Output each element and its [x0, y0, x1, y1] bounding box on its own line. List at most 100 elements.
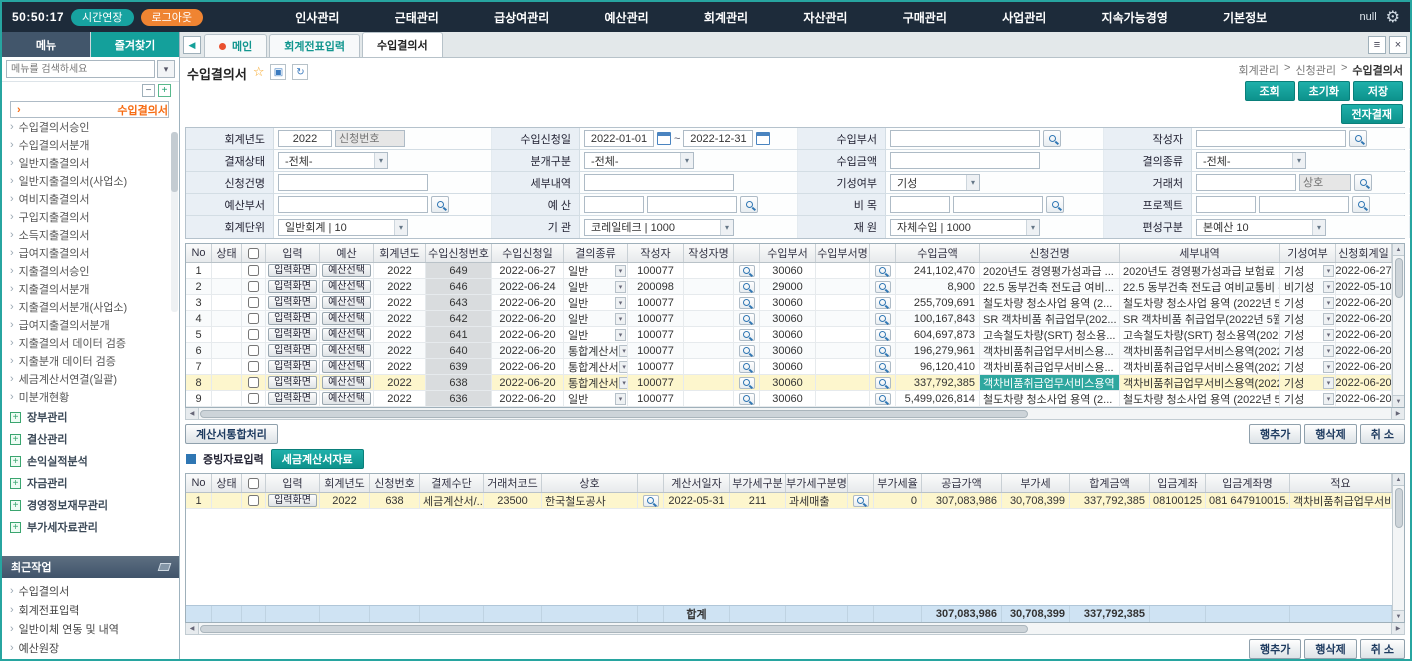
tab-close-icon[interactable]: × — [1389, 36, 1407, 54]
search-icon[interactable] — [875, 281, 891, 293]
income-grid-row[interactable]: 1입력화면예산선택20226492022-06-27일반▾10007730060… — [186, 263, 1392, 279]
scrollbar-thumb[interactable] — [1395, 258, 1403, 298]
sidebar-item[interactable]: ›지출결의서분개(사업소) — [10, 298, 169, 316]
grid-cell[interactable]: 입력화면 — [266, 279, 320, 294]
grid-cell[interactable]: 2022-06-20 — [492, 391, 564, 406]
select-all-checkbox[interactable] — [248, 478, 259, 489]
favorite-star-icon[interactable]: ☆ — [253, 64, 265, 80]
grid-cell[interactable]: 3 — [186, 295, 212, 310]
tab-list-icon[interactable]: ≡ — [1368, 36, 1386, 54]
expand-all-button[interactable]: + — [158, 84, 171, 97]
grid-cell[interactable]: 2022 — [374, 375, 426, 390]
project-search-icon[interactable] — [1352, 196, 1370, 213]
grid-cell[interactable]: 2022 — [374, 295, 426, 310]
grid-cell[interactable] — [212, 295, 242, 310]
grid-cell[interactable]: 2022-06-24 — [492, 279, 564, 294]
scroll-right-icon[interactable]: ▶ — [1391, 623, 1404, 634]
input-screen-button[interactable]: 입력화면 — [268, 280, 317, 293]
income-grid-vscrollbar[interactable]: ▲ ▼ — [1392, 244, 1404, 407]
search-icon[interactable] — [875, 313, 891, 325]
sidebar-item[interactable]: ›급여지출결의서 — [10, 244, 169, 262]
grid-cell[interactable]: 객차비품취급업무서비스용역(2022년5월) 기성 — [1120, 359, 1280, 374]
grid-cell[interactable]: 100077 — [628, 343, 684, 358]
grid-cell[interactable] — [816, 359, 870, 374]
dropdown-icon[interactable]: ▾ — [1323, 393, 1334, 405]
grid-cell[interactable] — [212, 327, 242, 342]
save-button[interactable]: 저장 — [1353, 81, 1403, 101]
search-icon[interactable] — [875, 377, 891, 389]
budget-select-button[interactable]: 예산선택 — [322, 264, 371, 277]
scrollbar-thumb[interactable] — [171, 132, 178, 192]
dropdown-icon[interactable]: ▾ — [1323, 297, 1334, 309]
expand-icon[interactable]: + — [10, 500, 21, 511]
grid-cell[interactable] — [638, 493, 664, 508]
income-grid-row[interactable]: 6입력화면예산선택20226402022-06-20통합계산서▾10007730… — [186, 343, 1392, 359]
grid-cell[interactable]: 비기성▾ — [1280, 279, 1336, 294]
dropdown-icon[interactable]: ▾ — [615, 281, 626, 293]
grid-cell[interactable]: 6 — [186, 343, 212, 358]
grid-cell[interactable]: 과세매출 — [786, 493, 848, 508]
top-menu-item[interactable]: 사업관리 — [1002, 9, 1046, 26]
sidebar-item[interactable]: ›미분개현황 — [10, 388, 169, 406]
search-icon[interactable] — [875, 329, 891, 341]
item-code-input[interactable] — [890, 196, 950, 213]
grid-cell[interactable] — [870, 327, 896, 342]
grid-cell[interactable]: 입력화면 — [266, 375, 320, 390]
grid-cell[interactable]: 입력화면 — [266, 343, 320, 358]
scroll-down-icon[interactable]: ▼ — [1393, 395, 1404, 407]
grid-cell[interactable] — [870, 359, 896, 374]
project-input[interactable] — [1259, 196, 1349, 213]
grid-cell[interactable]: 30060 — [760, 311, 816, 326]
grid-cell[interactable]: 1 — [186, 263, 212, 278]
budget-dept-search-icon[interactable] — [431, 196, 449, 213]
grid-cell[interactable]: 2022-06-20 — [1336, 391, 1392, 406]
reset-button[interactable]: 초기화 — [1298, 81, 1350, 101]
search-icon[interactable] — [875, 393, 891, 405]
search-icon[interactable] — [739, 313, 755, 325]
grid-cell[interactable]: 22.5 동부건축 전도급 여비교통비 수입결의(작... — [1120, 279, 1280, 294]
dropdown-icon[interactable]: ▾ — [619, 345, 628, 357]
grid-cell[interactable] — [870, 391, 896, 406]
grid-cell[interactable]: 철도차량 청소사업 용역 (2022년 5월) 기성 — [1120, 391, 1280, 406]
grid-cell[interactable]: 307,083,986 — [922, 493, 1002, 508]
search-icon[interactable] — [739, 329, 755, 341]
vendor-input[interactable] — [1196, 174, 1296, 191]
search-icon[interactable] — [739, 265, 755, 277]
grid-cell[interactable] — [212, 493, 242, 508]
grid-cell[interactable]: 예산선택 — [320, 327, 374, 342]
budget-select-button[interactable]: 예산선택 — [322, 392, 371, 405]
calendar-icon[interactable] — [756, 132, 770, 145]
gisung-select[interactable]: 기성▾ — [890, 174, 980, 191]
sidebar-group[interactable]: +장부관리 — [10, 406, 169, 428]
fund-select[interactable]: 자체수입 | 1000▾ — [890, 219, 1040, 236]
search-icon[interactable] — [739, 377, 755, 389]
grid-cell[interactable] — [242, 375, 266, 390]
tax-invoice-button[interactable]: 세금계산서자료 — [271, 449, 364, 469]
top-menu-item[interactable]: 회계관리 — [704, 9, 748, 26]
income-grid-row[interactable]: 8입력화면예산선택20226382022-06-20통합계산서▾10007730… — [186, 375, 1392, 391]
vendor-search-icon[interactable] — [1354, 174, 1372, 191]
grid-cell[interactable]: 211 — [730, 493, 786, 508]
grid-cell[interactable]: 100,167,843 — [896, 311, 980, 326]
grid-cell[interactable]: 2022 — [374, 311, 426, 326]
search-dropdown-icon[interactable]: ▾ — [157, 60, 175, 78]
grid-cell[interactable] — [816, 343, 870, 358]
sidebar-item[interactable]: ›수입결의서 — [10, 101, 169, 118]
grid-cell[interactable]: 기성▾ — [1280, 343, 1336, 358]
grid-cell[interactable] — [870, 311, 896, 326]
request-title-input[interactable] — [278, 174, 428, 191]
extend-time-button[interactable]: 시간연장 — [71, 9, 133, 26]
sidebar-item[interactable]: ›급여지출결의서분개 — [10, 316, 169, 334]
grid-cell[interactable] — [816, 327, 870, 342]
scroll-right-icon[interactable]: ▶ — [1391, 408, 1404, 419]
grid-cell[interactable] — [734, 295, 760, 310]
grid-cell[interactable]: 2022-06-20 — [1336, 375, 1392, 390]
remove-row-button[interactable]: 행삭제 — [1304, 639, 1356, 659]
grid-cell[interactable]: 입력화면 — [266, 359, 320, 374]
expand-icon[interactable]: + — [10, 412, 21, 423]
grid-cell[interactable] — [684, 279, 734, 294]
grid-cell[interactable]: 2022-06-20 — [492, 375, 564, 390]
grid-cell[interactable] — [212, 359, 242, 374]
scroll-left-icon[interactable]: ◀ — [186, 623, 199, 634]
grid-cell[interactable]: 2022-06-20 — [1336, 295, 1392, 310]
